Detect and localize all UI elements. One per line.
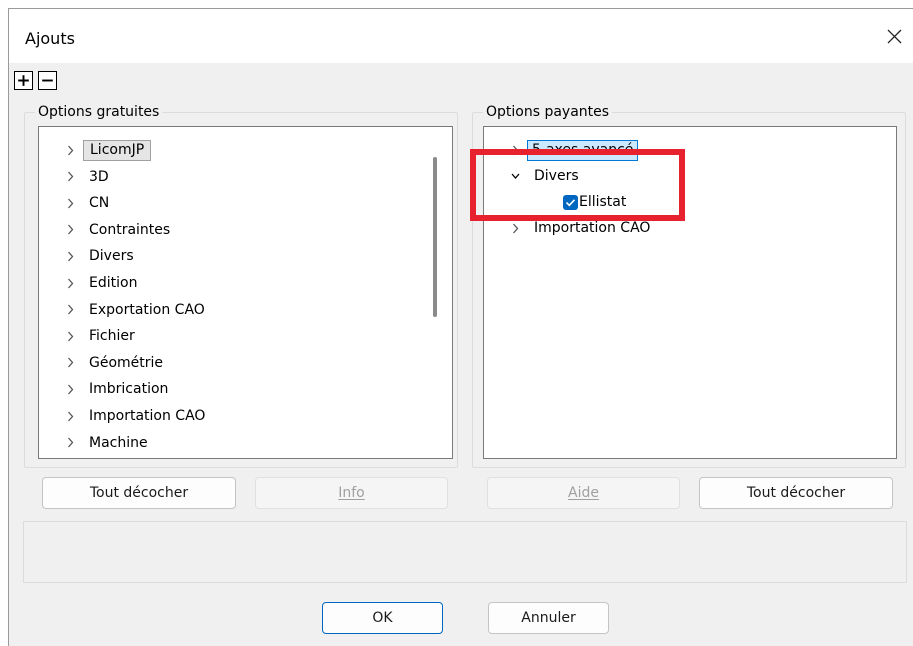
tree-item[interactable]: Exportation CAO xyxy=(39,298,452,322)
info-panel xyxy=(23,521,907,583)
free-option-label: Edition xyxy=(89,275,138,291)
uncheck-all-paid-button[interactable]: Tout décocher xyxy=(699,477,893,509)
tree-item[interactable]: 3D xyxy=(39,165,452,189)
free-option-label: CN xyxy=(89,195,110,212)
free-option-label: Divers xyxy=(89,248,134,265)
collapse-all-button[interactable] xyxy=(38,71,57,90)
free-option-label: Machine xyxy=(89,434,148,451)
expander[interactable] xyxy=(63,431,77,455)
chevron-right-icon xyxy=(67,171,73,182)
add-ons-dialog: Ajouts Options gratuites LicomJP 3D CN Cont… xyxy=(8,8,913,646)
tree-item[interactable]: Contraintes xyxy=(39,218,452,242)
chevron-right-icon xyxy=(67,357,73,368)
plus-icon xyxy=(18,75,29,86)
chevron-right-icon xyxy=(67,278,73,288)
expander[interactable] xyxy=(63,377,77,401)
free-option-label: Exportation CAO xyxy=(89,301,205,318)
cancel-button[interactable]: Annuler xyxy=(488,602,609,634)
chevron-right-icon xyxy=(512,223,518,233)
tree-item[interactable]: Edition xyxy=(39,271,452,295)
free-option-label: Contraintes xyxy=(89,221,171,238)
free-option-label: Imbrication xyxy=(89,381,169,398)
tree-item[interactable]: CN xyxy=(39,191,452,215)
minus-icon xyxy=(42,79,53,82)
tree-item[interactable]: LicomJP xyxy=(39,138,452,162)
chevron-right-icon xyxy=(67,304,73,315)
expander[interactable] xyxy=(63,165,77,189)
free-options-tree[interactable]: LicomJP 3D CN Contraintes Divers Edition Expor… xyxy=(38,126,453,459)
highlight-annotation-box xyxy=(470,149,685,221)
expander[interactable] xyxy=(63,404,77,428)
help-button[interactable]: Aide xyxy=(487,477,680,509)
free-option-label: Importation CAO xyxy=(89,408,206,424)
expander[interactable] xyxy=(63,298,77,322)
free-option-label: Fichier xyxy=(89,328,135,345)
ok-button[interactable]: OK xyxy=(322,602,443,634)
chevron-right-icon xyxy=(67,331,73,342)
tree-item[interactable]: Géométrie xyxy=(39,351,452,375)
free-option-label: LicomJP xyxy=(83,140,152,161)
tree-item[interactable]: Imbrication xyxy=(39,377,452,401)
tree-item[interactable]: Importation CAO xyxy=(39,404,452,428)
chevron-right-icon xyxy=(67,384,73,395)
expander[interactable] xyxy=(63,271,77,295)
expander[interactable] xyxy=(63,324,77,348)
expander[interactable] xyxy=(63,218,77,242)
free-options-label: Options gratuites xyxy=(35,103,163,121)
free-option-label: 3D xyxy=(89,168,109,185)
expander[interactable] xyxy=(63,191,77,215)
help-button-label: Aide xyxy=(568,485,599,501)
paid-options-label: Options payantes xyxy=(483,103,613,121)
tree-item[interactable]: Divers xyxy=(39,244,452,268)
info-button-label: Info xyxy=(338,485,365,501)
uncheck-all-free-button[interactable]: Tout décocher xyxy=(42,477,236,509)
title-bar: Ajouts xyxy=(9,9,913,63)
chevron-right-icon xyxy=(67,411,73,421)
window-title: Ajouts xyxy=(25,29,75,48)
expander[interactable] xyxy=(63,138,77,162)
free-option-label: Géométrie xyxy=(89,354,164,371)
expand-all-button[interactable] xyxy=(14,71,33,90)
tree-item[interactable]: Fichier xyxy=(39,324,452,348)
expander[interactable] xyxy=(63,351,77,375)
info-button[interactable]: Info xyxy=(255,477,448,509)
chevron-right-icon xyxy=(67,198,73,209)
chevron-right-icon xyxy=(67,145,73,155)
tree-item[interactable]: Machine xyxy=(39,431,452,455)
expander[interactable] xyxy=(63,244,77,268)
chevron-right-icon xyxy=(67,437,73,448)
close-icon xyxy=(887,29,901,43)
chevron-right-icon xyxy=(67,224,73,235)
close-button[interactable] xyxy=(877,19,911,53)
chevron-right-icon xyxy=(67,251,73,262)
